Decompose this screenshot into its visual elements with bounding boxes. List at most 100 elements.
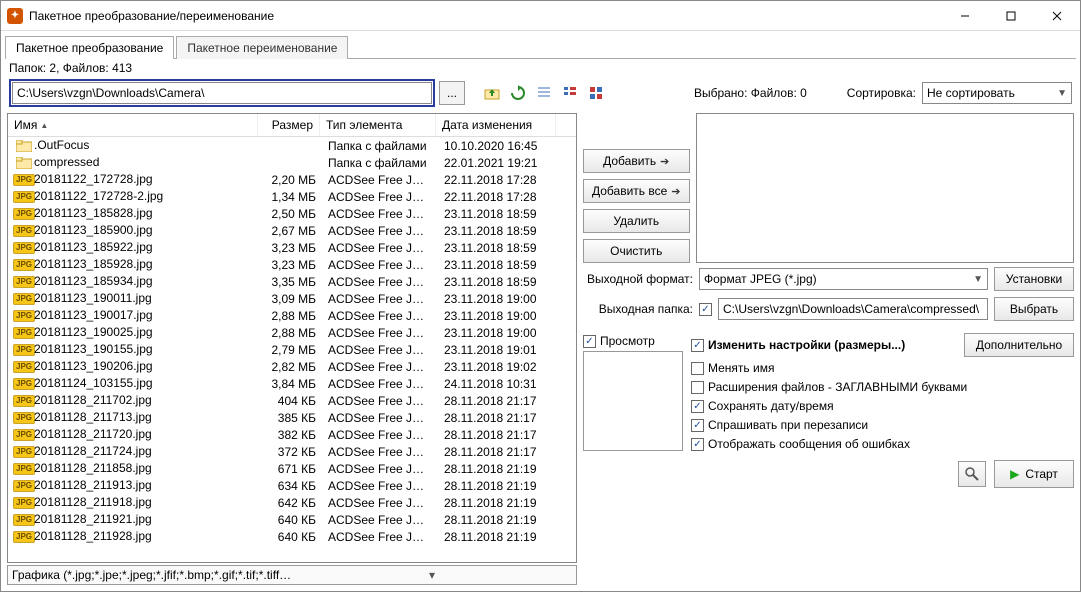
output-folder-check[interactable] (699, 303, 712, 316)
selection-list[interactable] (696, 113, 1075, 263)
table-row[interactable]: JPG20181122_172728-2.jpg1,34 МБACDSee Fr… (8, 188, 576, 205)
minimize-button[interactable] (942, 1, 988, 31)
tab-convert[interactable]: Пакетное преобразование (5, 36, 174, 59)
preview-zoom-button[interactable] (958, 461, 986, 487)
file-size: 640 КБ (260, 530, 322, 544)
table-row[interactable]: JPG20181128_211913.jpg634 КБACDSee Free … (8, 477, 576, 494)
change-settings-check[interactable] (691, 339, 704, 352)
file-date: 23.11.2018 18:59 (438, 275, 558, 289)
add-all-button[interactable]: Добавить все➔ (583, 179, 690, 203)
table-row[interactable]: .OutFocusПапка с файлами10.10.2020 16:45 (8, 137, 576, 154)
table-row[interactable]: JPG20181122_172728.jpg2,20 МБACDSee Free… (8, 171, 576, 188)
details-view-icon[interactable] (559, 82, 581, 104)
file-name: 20181123_190155.jpg (34, 342, 153, 356)
col-size[interactable]: Размер (258, 114, 320, 136)
file-name: 20181122_172728.jpg (34, 172, 153, 186)
folder-up-icon[interactable] (481, 82, 503, 104)
table-row[interactable]: JPG20181128_211918.jpg642 КБACDSee Free … (8, 494, 576, 511)
jpg-icon: JPG (16, 309, 32, 323)
file-date: 22.01.2021 19:21 (438, 156, 558, 170)
file-date: 24.11.2018 10:31 (438, 377, 558, 391)
rename-check[interactable] (691, 362, 704, 375)
table-row[interactable]: JPG20181123_190017.jpg2,88 МБACDSee Free… (8, 307, 576, 324)
file-list[interactable]: Имя▲ Размер Тип элемента Дата изменения … (7, 113, 577, 563)
close-button[interactable] (1034, 1, 1080, 31)
output-folder-browse[interactable]: Выбрать (994, 297, 1074, 321)
table-row[interactable]: JPG20181128_211702.jpg404 КБACDSee Free … (8, 392, 576, 409)
thumbnails-view-icon[interactable] (585, 82, 607, 104)
file-name: 20181128_211921.jpg (34, 512, 152, 526)
keep-date-check[interactable] (691, 400, 704, 413)
preview-check[interactable] (583, 335, 596, 348)
file-date: 28.11.2018 21:17 (438, 428, 558, 442)
table-row[interactable]: JPG20181124_103155.jpg3,84 МБACDSee Free… (8, 375, 576, 392)
browse-button[interactable]: ... (439, 81, 465, 105)
table-row[interactable]: JPG20181128_211928.jpg640 КБACDSee Free … (8, 528, 576, 545)
path-toolbar: ... Выбрано: Файлов: 0 Сортировка: Не со… (1, 77, 1080, 113)
file-type: ACDSee Free JPEG ... (322, 190, 438, 204)
table-row[interactable]: JPG20181128_211724.jpg372 КБACDSee Free … (8, 443, 576, 460)
show-errors-check[interactable] (691, 438, 704, 451)
file-size: 385 КБ (260, 411, 322, 425)
col-date[interactable]: Дата изменения (436, 114, 556, 136)
file-type: ACDSee Free JPEG ... (322, 513, 438, 527)
start-button[interactable]: ▶Старт (994, 460, 1074, 488)
path-input[interactable] (12, 82, 432, 104)
table-row[interactable]: JPG20181123_190025.jpg2,88 МБACDSee Free… (8, 324, 576, 341)
remove-button[interactable]: Удалить (583, 209, 690, 233)
format-settings-button[interactable]: Установки (994, 267, 1074, 291)
tabs: Пакетное преобразование Пакетное переиме… (1, 31, 1080, 58)
clear-button[interactable]: Очистить (583, 239, 690, 263)
preview-box (583, 351, 683, 451)
table-row[interactable]: JPG20181128_211858.jpg671 КБACDSee Free … (8, 460, 576, 477)
table-row[interactable]: JPG20181123_185934.jpg3,35 МБACDSee Free… (8, 273, 576, 290)
tab-rename[interactable]: Пакетное переименование (176, 36, 348, 59)
col-type[interactable]: Тип элемента (320, 114, 436, 136)
table-row[interactable]: JPG20181123_185922.jpg3,23 МБACDSee Free… (8, 239, 576, 256)
jpg-icon: JPG (16, 411, 32, 425)
file-type: ACDSee Free JPEG ... (322, 462, 438, 476)
file-name: 20181128_211720.jpg (34, 427, 152, 441)
table-row[interactable]: JPG20181123_185928.jpg3,23 МБACDSee Free… (8, 256, 576, 273)
file-size: 2,88 МБ (260, 326, 322, 340)
add-button[interactable]: Добавить➔ (583, 149, 690, 173)
table-row[interactable]: JPG20181128_211921.jpg 640 КБACDSee Free … (8, 511, 576, 528)
file-name: .OutFocus (34, 138, 89, 152)
file-name: 20181128_211713.jpg (34, 410, 152, 424)
file-date: 23.11.2018 19:01 (438, 343, 558, 357)
col-name[interactable]: Имя▲ (8, 114, 258, 136)
table-row[interactable]: JPG20181123_185900.jpg2,67 МБACDSee Free… (8, 222, 576, 239)
table-row[interactable]: JPG20181128_211720.jpg382 КБACDSee Free … (8, 426, 576, 443)
file-name: 20181123_190011.jpg (34, 291, 152, 305)
output-folder-input[interactable] (718, 298, 988, 320)
jpg-icon: JPG (16, 190, 32, 204)
file-date: 23.11.2018 19:02 (438, 360, 558, 374)
advanced-button[interactable]: Дополнительно (964, 333, 1074, 357)
table-row[interactable]: JPG20181123_190206.jpg2,82 МБACDSee Free… (8, 358, 576, 375)
sort-combo[interactable]: Не сортировать▼ (922, 82, 1072, 104)
table-row[interactable]: JPG20181123_190155.jpg2,79 МБACDSee Free… (8, 341, 576, 358)
table-row[interactable]: compressedПапка с файлами22.01.2021 19:2… (8, 154, 576, 171)
file-type: ACDSee Free JPEG ... (322, 377, 438, 391)
file-type: Папка с файлами (322, 156, 438, 170)
file-name: 20181128_211913.jpg (34, 478, 152, 492)
file-size: 2,88 МБ (260, 309, 322, 323)
filetype-filter[interactable]: Графика (*.jpg;*.jpe;*.jpeg;*.jfif;*.bmp… (7, 565, 577, 585)
overwrite-ask-check[interactable] (691, 419, 704, 432)
file-date: 28.11.2018 21:19 (438, 530, 558, 544)
refresh-icon[interactable] (507, 82, 529, 104)
table-row[interactable]: JPG20181123_185828.jpg2,50 МБACDSee Free… (8, 205, 576, 222)
jpg-icon: JPG (16, 258, 32, 272)
file-date: 23.11.2018 19:00 (438, 326, 558, 340)
table-row[interactable]: JPG20181123_190011.jpg3,09 МБACDSee Free… (8, 290, 576, 307)
file-name: 20181123_185900.jpg (34, 223, 153, 237)
jpg-icon: JPG (16, 513, 32, 527)
table-row[interactable]: JPG20181128_211713.jpg385 КБACDSee Free … (8, 409, 576, 426)
output-format-combo[interactable]: Формат JPEG (*.jpg)▼ (699, 268, 988, 290)
file-size: 640 КБ (260, 513, 322, 527)
file-name: 20181128_211928.jpg (34, 529, 152, 543)
maximize-button[interactable] (988, 1, 1034, 31)
list-view-icon[interactable] (533, 82, 555, 104)
uppercase-ext-check[interactable] (691, 381, 704, 394)
file-size: 372 КБ (260, 445, 322, 459)
